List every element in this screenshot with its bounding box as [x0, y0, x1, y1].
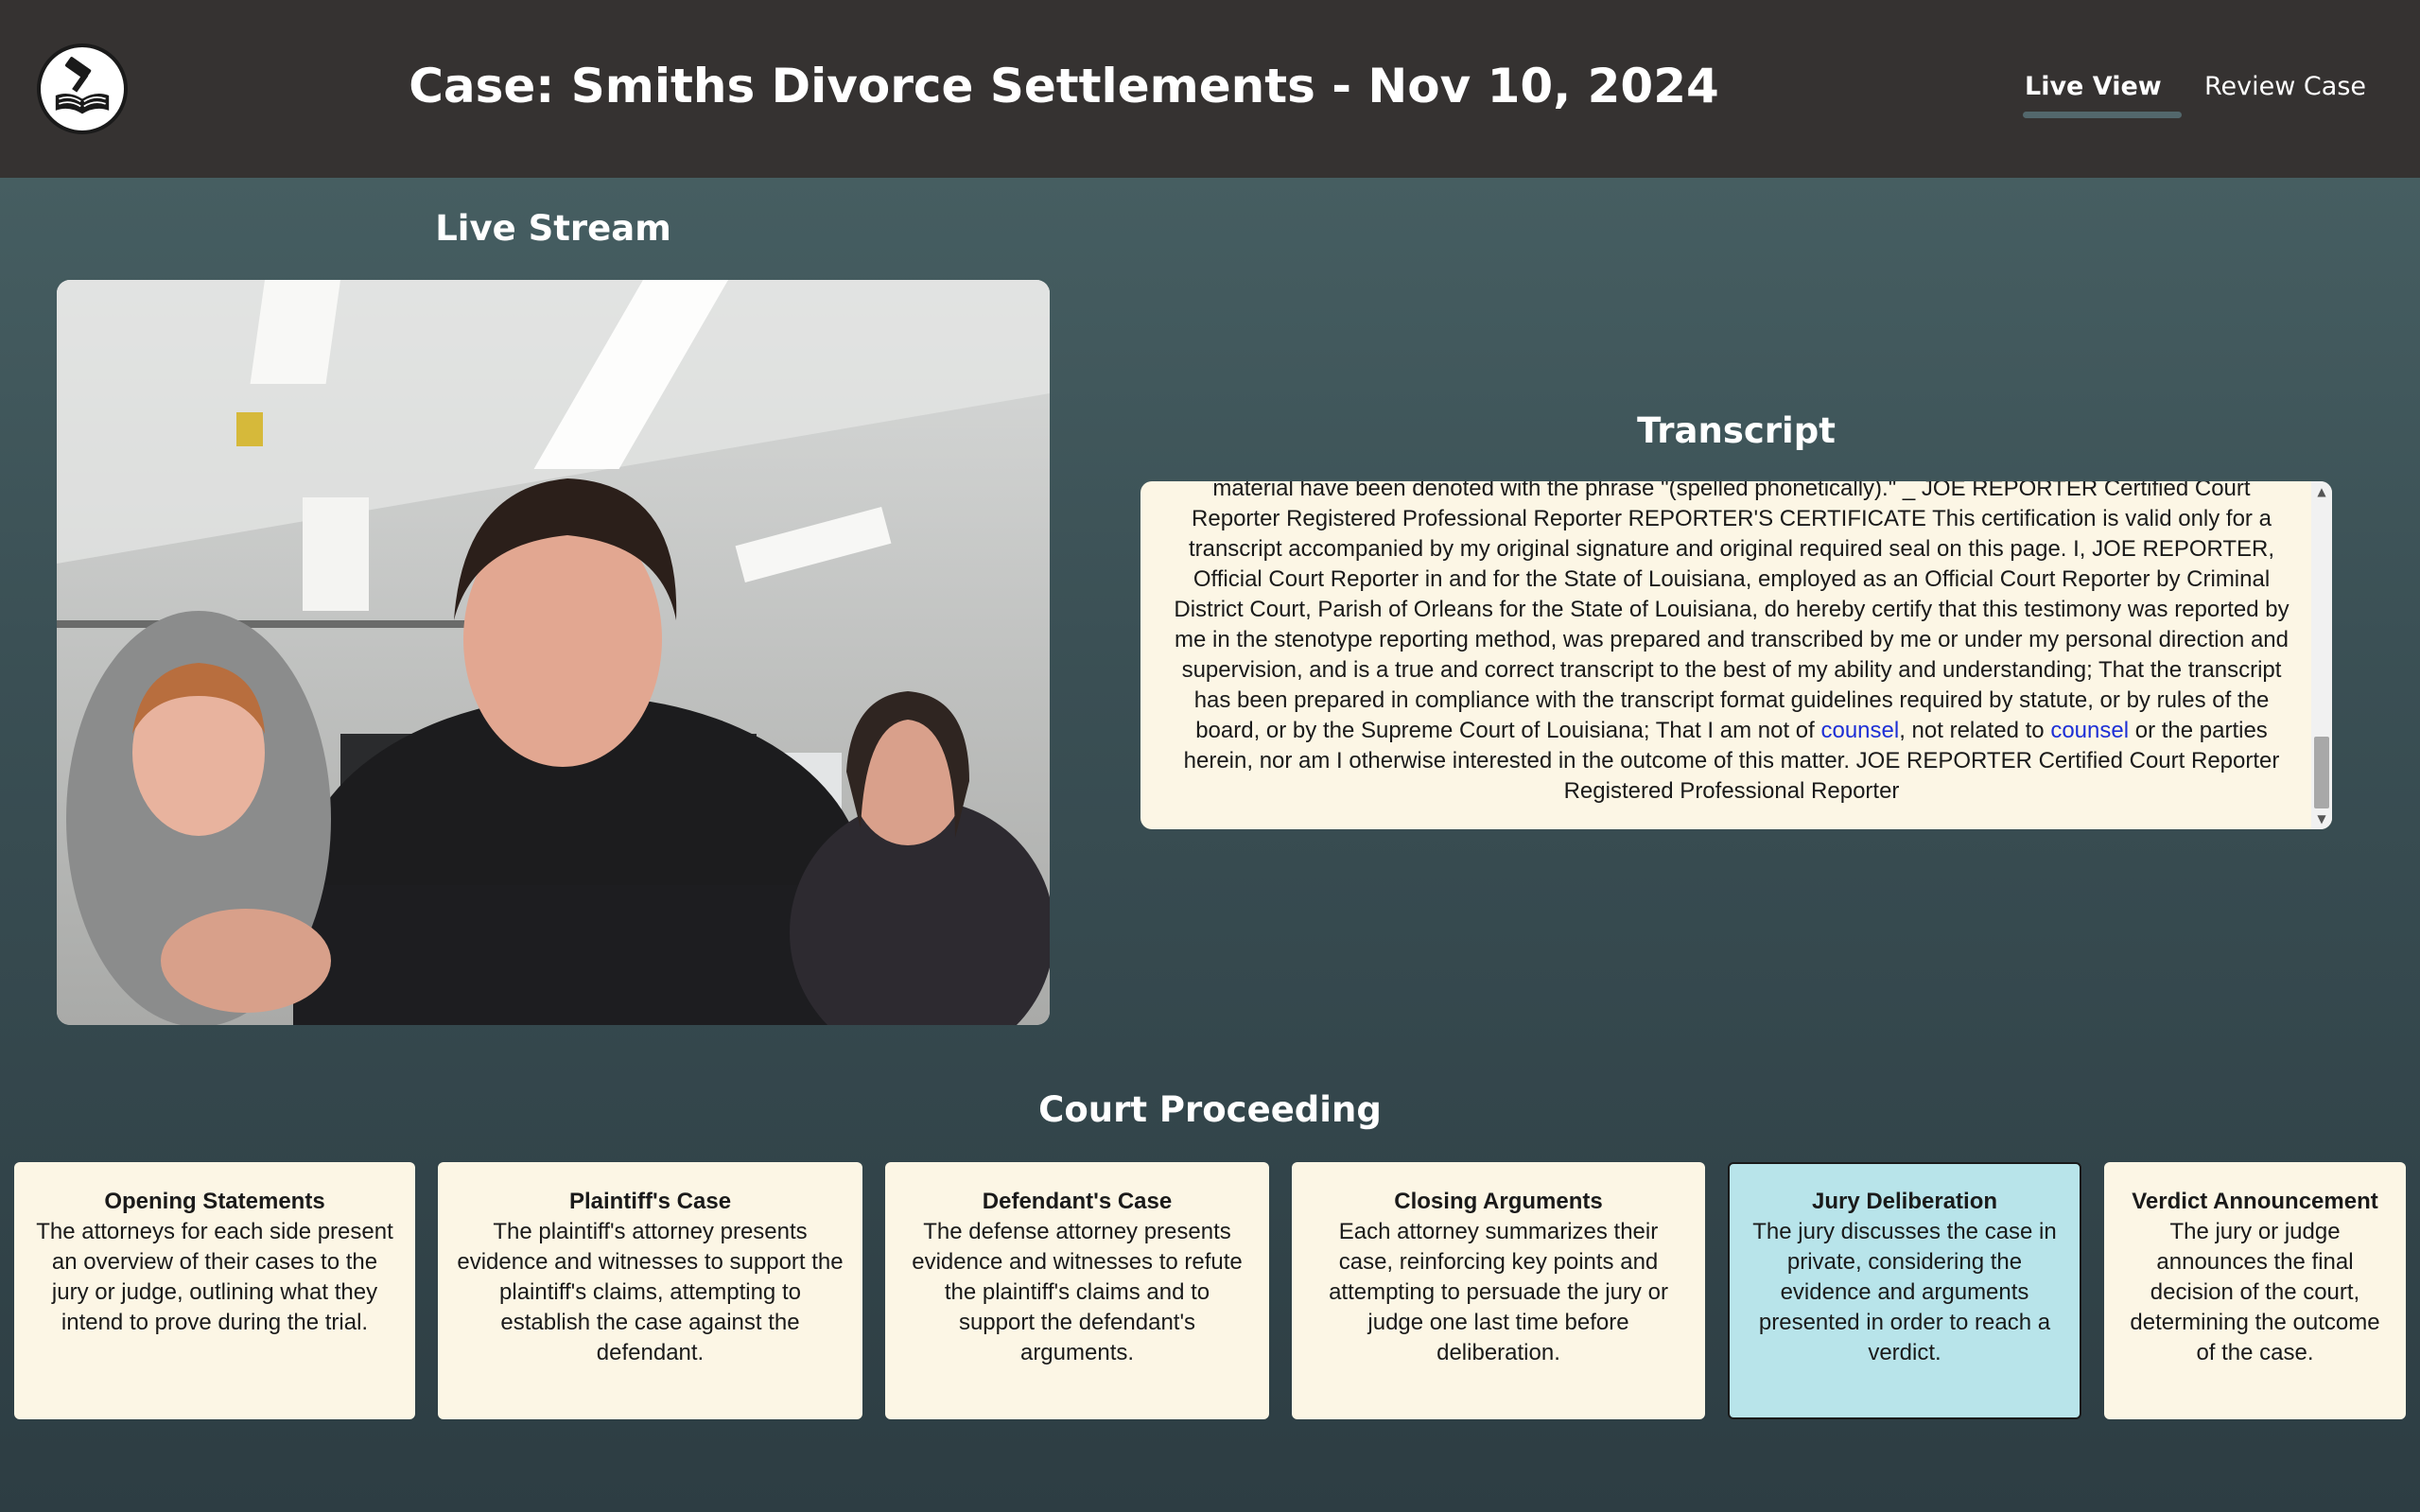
active-tab-indicator: [2023, 112, 2182, 118]
stage-card-plaintiffs-case[interactable]: Plaintiff's Case The plaintiff's attorne…: [438, 1162, 862, 1419]
transcript-segment: , not related to: [1899, 718, 2051, 743]
stage-description: The attorneys for each side present an o…: [36, 1219, 393, 1335]
stage-title: Closing Arguments: [1394, 1189, 1603, 1214]
stage-card-jury-deliberation[interactable]: Jury Deliberation The jury discusses the…: [1728, 1162, 2081, 1419]
stage-description: The jury or judge announces the final de…: [2130, 1219, 2380, 1365]
app-header: Case: Smiths Divorce Settlements - Nov 1…: [0, 0, 2420, 178]
live-stream-heading: Live Stream: [435, 208, 671, 249]
court-proceeding-heading: Court Proceeding: [1038, 1089, 1382, 1130]
case-title: Case: Smiths Divorce Settlements - Nov 1…: [409, 59, 1719, 113]
stage-description: Each attorney summarizes their case, rei…: [1329, 1219, 1668, 1365]
stage-description: The defense attorney presents evidence a…: [912, 1219, 1243, 1365]
stage-title: Verdict Announcement: [2132, 1189, 2378, 1214]
scroll-down-arrow-icon[interactable]: ▼: [2311, 810, 2332, 827]
stage-title: Jury Deliberation: [1811, 1189, 1998, 1214]
counsel-link[interactable]: counsel: [1820, 718, 1899, 743]
stage-card-defendants-case[interactable]: Defendant's Case The defense attorney pr…: [885, 1162, 1269, 1419]
stage-description: The plaintiff's attorney presents eviden…: [457, 1219, 844, 1365]
transcript-segment: material have been denoted with the phra…: [1174, 481, 2289, 743]
transcript-panel[interactable]: material have been denoted with the phra…: [1140, 481, 2332, 829]
stage-title: Opening Statements: [104, 1189, 325, 1214]
transcript-text: material have been denoted with the phra…: [1169, 481, 2294, 807]
stage-card-opening-statements[interactable]: Opening Statements The attorneys for eac…: [14, 1162, 415, 1419]
tab-live-view[interactable]: Live View: [2025, 72, 2162, 101]
stage-title: Defendant's Case: [982, 1189, 1173, 1214]
transcript-heading: Transcript: [1637, 410, 1836, 451]
scroll-up-arrow-icon[interactable]: ▲: [2311, 483, 2332, 500]
stage-description: The jury discusses the case in private, …: [1752, 1219, 2057, 1365]
counsel-link[interactable]: counsel: [2050, 718, 2129, 743]
transcript-scrollbar[interactable]: ▲ ▼: [2311, 481, 2332, 829]
video-frame: [57, 280, 1050, 1025]
tab-review-case[interactable]: Review Case: [2204, 72, 2366, 101]
scroll-thumb[interactable]: [2314, 737, 2329, 808]
stage-title: Plaintiff's Case: [568, 1189, 732, 1214]
live-stream-video[interactable]: [57, 280, 1050, 1025]
stage-card-closing-arguments[interactable]: Closing Arguments Each attorney summariz…: [1292, 1162, 1705, 1419]
stage-card-verdict-announcement[interactable]: Verdict Announcement The jury or judge a…: [2104, 1162, 2406, 1419]
